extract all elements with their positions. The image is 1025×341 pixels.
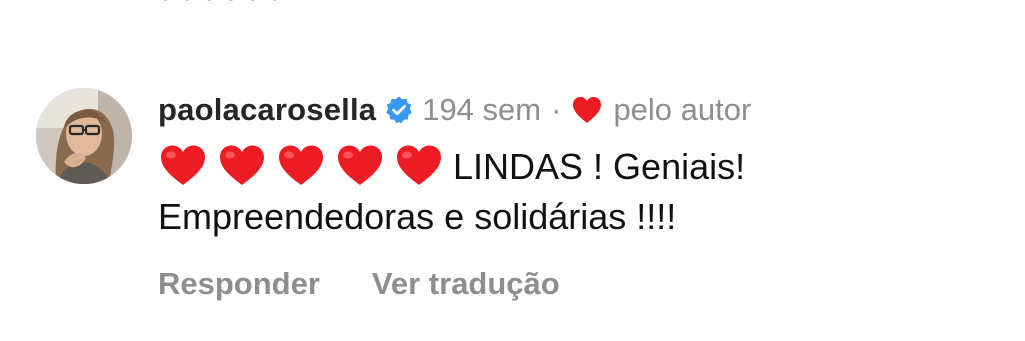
comment-text-line2: Empreendedoras e solidárias !!!!	[158, 196, 677, 237]
heart-emoji-icon	[279, 145, 323, 185]
avatar-photo	[36, 88, 132, 184]
comment-screen: · · · · · · paol	[0, 0, 1025, 341]
comment-text: LINDAS ! Geniais! Empreendedoras e solid…	[158, 142, 988, 242]
username-link[interactable]: paolacarosella	[158, 92, 376, 128]
comment-header: paolacarosella 194 sem · pelo autor	[158, 84, 988, 136]
separator-dot: ·	[551, 92, 562, 127]
heart-emoji-icon	[397, 145, 441, 185]
avatar[interactable]	[36, 88, 132, 184]
comment-body: paolacarosella 194 sem · pelo autor LIND…	[158, 84, 988, 242]
translate-button[interactable]: Ver tradução	[372, 266, 560, 302]
heart-icon	[571, 95, 603, 125]
verified-badge-icon	[384, 95, 414, 125]
emoji-hearts	[158, 145, 453, 187]
comment-actions: Responder Ver tradução	[158, 266, 560, 302]
reply-button[interactable]: Responder	[158, 266, 320, 302]
heart-emoji-icon	[161, 145, 205, 185]
heart-emoji-icon	[220, 145, 264, 185]
previous-comment-remnant: · · · · · ·	[160, 0, 281, 17]
liked-by-author-label: pelo autor	[613, 92, 752, 127]
heart-emoji-icon	[338, 145, 382, 185]
comment-text-line1: LINDAS ! Geniais!	[453, 146, 746, 187]
timestamp: 194 sem	[422, 92, 542, 127]
